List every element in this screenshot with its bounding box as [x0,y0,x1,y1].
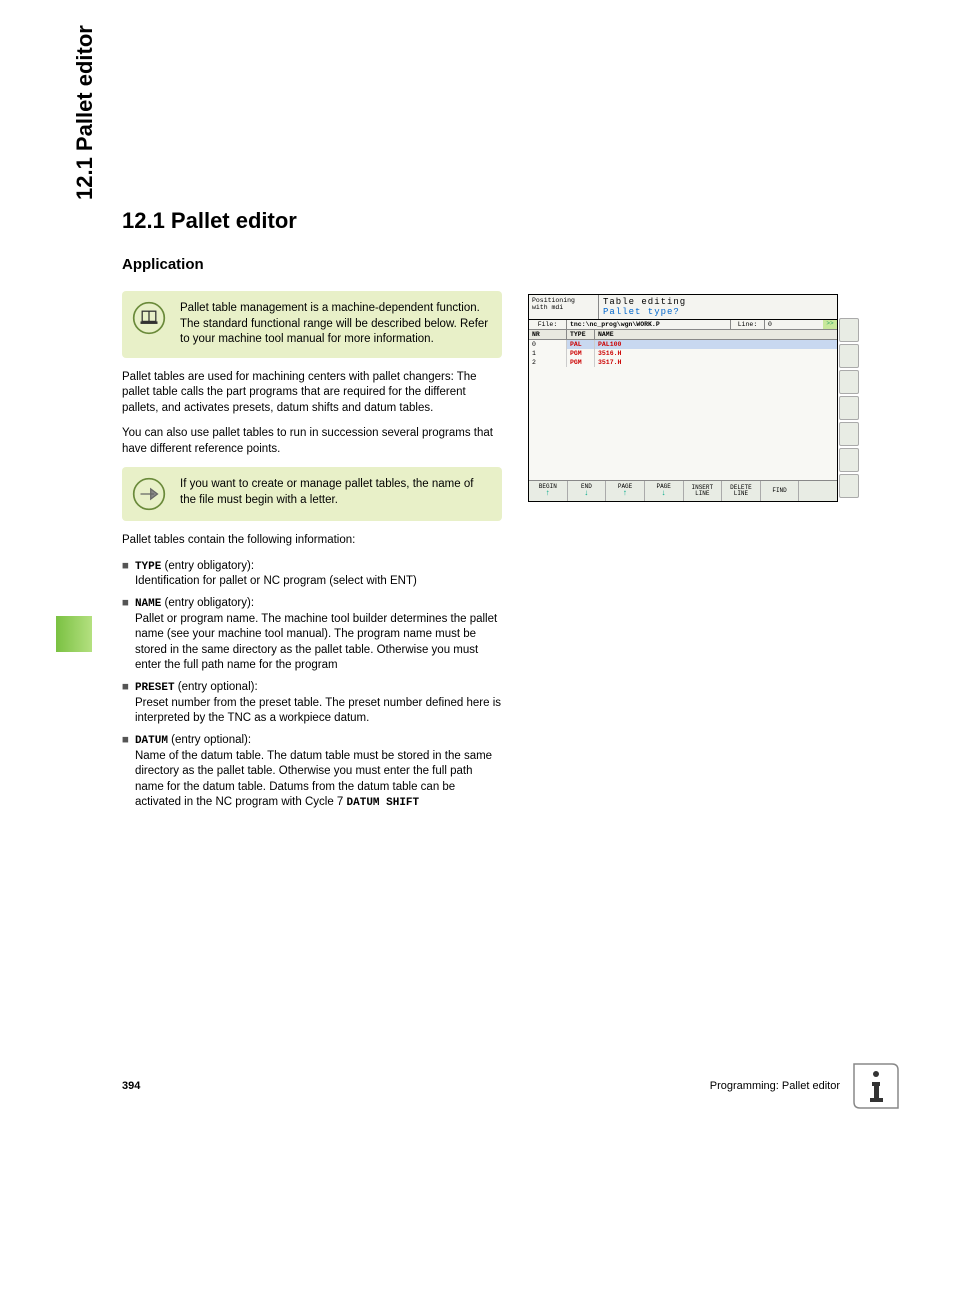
definition-term: DATUM [135,735,168,747]
note-text: If you want to create or manage pallet t… [180,477,490,511]
side-button[interactable] [839,474,859,498]
thumb-tab [56,616,92,652]
page-footer: 394 Programming: Pallet editor [122,1080,840,1092]
definition-term: NAME [135,598,161,610]
definition-term: TYPE [135,561,161,573]
softkey-find[interactable]: FIND [761,481,800,501]
bullet-icon: ■ [122,680,129,727]
side-button[interactable] [839,422,859,446]
list-item: ■ PRESET (entry optional): Preset number… [122,680,502,727]
side-buttons [839,318,859,498]
paragraph: You can also use pallet tables to run in… [122,426,502,457]
side-button[interactable] [839,318,859,342]
definition-term: PRESET [135,682,175,694]
file-path: tnc:\nc_prog\wgn\WORK.P [567,320,731,329]
arrow-icon [132,477,166,511]
note-filename: If you want to create or manage pallet t… [122,467,502,521]
bullet-icon: ■ [122,733,129,811]
definition-list: ■ TYPE (entry obligatory): Identificatio… [122,559,502,811]
heading-sub: Application [122,256,842,273]
table-header: NR TYPE NAME [529,330,837,340]
table-row[interactable]: 0 PAL PAL100 [529,340,837,349]
chapter-title: Programming: Pallet editor [710,1080,840,1092]
book-icon [132,301,166,335]
softkey-insert-line[interactable]: INSERTLINE [684,481,723,501]
paragraph: Pallet tables are used for machining cen… [122,370,502,417]
go-button[interactable]: >> [823,320,837,329]
softkey-empty [799,481,837,501]
list-item: ■ TYPE (entry obligatory): Identificatio… [122,559,502,590]
definition-desc: Pallet or program name. The machine tool… [135,613,497,672]
bullet-icon: ■ [122,596,129,674]
screen-prompt: Pallet type? [603,307,833,317]
side-button[interactable] [839,370,859,394]
side-tab-label: 12.1 Pallet editor [72,25,98,200]
table-row[interactable]: 2 PGM 3517.H [529,358,837,367]
line-label: Line: [731,320,765,329]
screen-title: Table editing [603,297,833,307]
cnc-screenshot: Positioning with mdi Table editing Palle… [528,294,838,502]
list-item: ■ NAME (entry obligatory): Pallet or pro… [122,596,502,674]
line-value: 0 [765,320,823,329]
side-button[interactable] [839,396,859,420]
list-item: ■ DATUM (entry optional): Name of the da… [122,733,502,811]
softkey-end[interactable]: END [568,481,607,501]
table-body: 0 PAL PAL100 1 PGM 3516.H 2 PGM 3517.H [529,340,837,480]
paragraph: Pallet tables contain the following info… [122,533,502,549]
file-label: File: [529,320,567,329]
definition-desc: Name of the datum table. The datum table… [135,750,492,809]
softkey-page-up[interactable]: PAGE [606,481,645,501]
definition-desc: Identification for pallet or NC program … [135,575,417,587]
page-number: 394 [122,1080,140,1092]
heading-main: 12.1 Pallet editor [122,208,842,234]
softkey-begin[interactable]: BEGIN [529,481,568,501]
note-machine-dependent: Pallet table management is a machine-dep… [122,291,502,358]
mode-label: Positioning with mdi [529,295,599,319]
definition-desc: Preset number from the preset table. The… [135,697,501,725]
softkey-bar: BEGIN END PAGE PAGE INSERTLINE DELETELIN… [529,480,837,501]
info-icon [852,1062,900,1110]
bullet-icon: ■ [122,559,129,590]
note-text: Pallet table management is a machine-dep… [180,301,490,348]
softkey-delete-line[interactable]: DELETELINE [722,481,761,501]
side-button[interactable] [839,344,859,368]
softkey-page-down[interactable]: PAGE [645,481,684,501]
table-row[interactable]: 1 PGM 3516.H [529,349,837,358]
side-button[interactable] [839,448,859,472]
